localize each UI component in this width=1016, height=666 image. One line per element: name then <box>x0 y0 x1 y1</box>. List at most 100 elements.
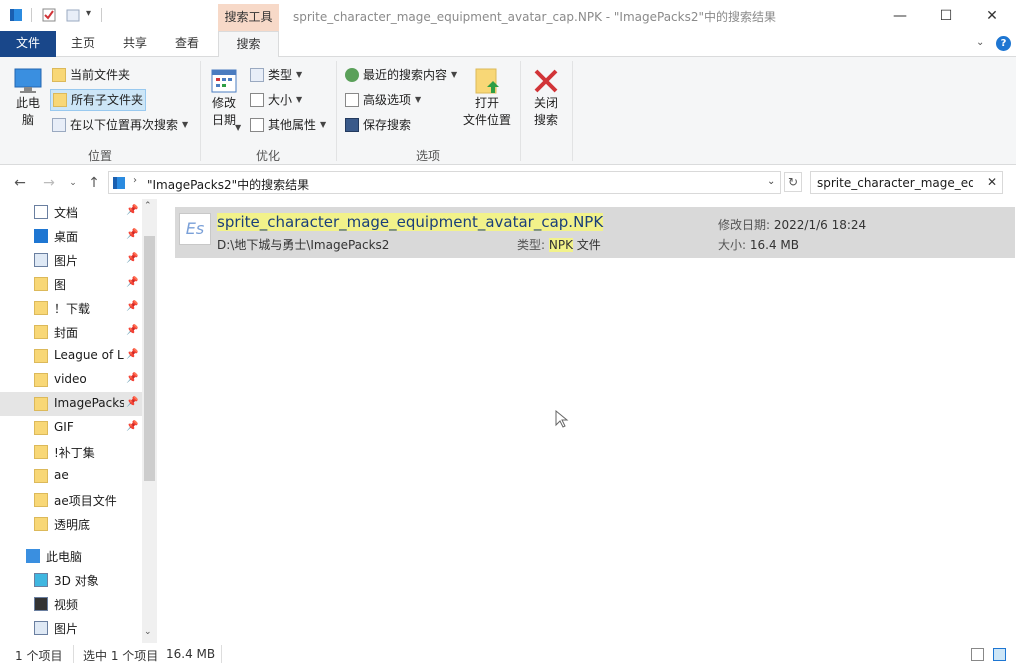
tab-home[interactable]: 主页 <box>62 31 104 57</box>
expand-ribbon-icon[interactable]: ⌄ <box>976 37 984 48</box>
close-window-button[interactable]: ✕ <box>969 0 1015 31</box>
nav-item-label: GIF <box>54 420 74 434</box>
group-separator <box>200 61 201 161</box>
pin-icon[interactable]: 📌 <box>126 229 138 240</box>
nav-item[interactable]: ！下载 📌 <box>0 296 142 320</box>
advanced-options-icon <box>345 93 359 107</box>
nav-item-label: 视频 <box>54 598 79 612</box>
pin-icon[interactable]: 📌 <box>126 325 138 336</box>
open-file-location-button[interactable]: 打开 文件位置 <box>460 67 514 129</box>
status-bar: 1 个项目 选中 1 个项目 16.4 MB <box>0 643 1016 666</box>
nav-item[interactable]: 文档 📌 <box>0 200 142 224</box>
search-box[interactable]: sprite_character_mage_equi ✕ <box>810 171 1003 194</box>
tab-share[interactable]: 共享 <box>114 31 156 57</box>
close-search-button[interactable]: 关闭 搜索 <box>526 67 566 129</box>
folder-icon <box>34 493 48 507</box>
help-icon[interactable]: ? <box>996 36 1011 51</box>
open-folder-icon <box>473 67 501 95</box>
advanced-options-button[interactable]: 高级选项 ▼ <box>345 89 421 111</box>
forward-arrow-icon[interactable]: → <box>40 174 58 192</box>
scroll-up-icon[interactable]: ⌃ <box>144 201 152 211</box>
this-pc-label-2: 脑 <box>21 113 34 127</box>
folder-icon <box>34 397 48 411</box>
customize-qat-icon[interactable]: ▾ <box>86 8 91 19</box>
breadcrumb-path[interactable]: "ImagePacks2"中的搜索结果 <box>147 176 309 193</box>
details-view-icon[interactable] <box>971 648 984 661</box>
pin-icon[interactable]: 📌 <box>126 421 138 432</box>
nav-item[interactable]: 图 📌 <box>0 272 142 296</box>
nav-item[interactable]: 透明底 <box>0 512 142 536</box>
this-pc-label-1: 此电 <box>15 96 40 110</box>
tab-file[interactable]: 文件 <box>0 31 56 57</box>
pin-icon[interactable]: 📌 <box>126 349 138 360</box>
nav-item[interactable]: ImagePacks2📌 <box>0 392 142 416</box>
search-tools-header: 搜索工具 <box>218 4 279 31</box>
pin-icon[interactable]: 📌 <box>126 301 138 312</box>
up-arrow-icon[interactable]: ↑ <box>85 174 103 192</box>
tab-view[interactable]: 查看 <box>166 31 208 57</box>
item-count: 1 个项目 <box>15 649 63 663</box>
nav-item[interactable]: 3D 对象 <box>0 568 142 592</box>
folder-icon <box>34 277 48 291</box>
nav-item[interactable]: video 📌 <box>0 368 142 392</box>
pin-icon[interactable]: 📌 <box>126 397 138 408</box>
nav-item-label: 3D 对象 <box>54 574 99 588</box>
search-input[interactable]: sprite_character_mage_equi <box>817 176 973 190</box>
nav-item[interactable]: League of Le 📌 <box>0 344 142 368</box>
nav-item[interactable]: ae项目文件 <box>0 488 142 512</box>
pin-icon[interactable]: 📌 <box>126 205 138 216</box>
date-modified-button[interactable]: 修改 日期 <box>206 67 242 129</box>
properties-icon[interactable] <box>42 8 56 22</box>
minimize-button[interactable]: — <box>877 0 923 31</box>
other-properties-button[interactable]: 其他属性 ▼ <box>250 114 326 136</box>
result-file-name[interactable]: sprite_character_mage_equipment_avatar_c… <box>217 213 604 231</box>
this-pc-button[interactable]: 此电 脑 <box>10 67 46 129</box>
maximize-button[interactable]: ☐ <box>923 0 969 31</box>
all-subfolders-button[interactable]: 所有子文件夹 <box>50 89 147 111</box>
nav-item[interactable]: 封面 📌 <box>0 320 142 344</box>
current-folder-button[interactable]: 当前文件夹 <box>52 64 130 86</box>
recent-searches-icon <box>345 68 359 82</box>
dropdown-arrow-icon: ▼ <box>451 70 458 79</box>
size-button[interactable]: 大小 ▼ <box>250 89 302 111</box>
new-folder-icon[interactable] <box>66 8 80 22</box>
address-dropdown-icon[interactable]: ⌄ <box>767 176 775 187</box>
recent-searches-button[interactable]: 最近的搜索内容 ▼ <box>345 64 457 86</box>
back-arrow-icon[interactable]: ← <box>11 174 29 192</box>
dropdown-arrow-icon: ▼ <box>182 120 189 129</box>
result-type-label: 类型: <box>517 238 549 252</box>
kind-button[interactable]: 类型 ▼ <box>250 64 302 86</box>
nav-item[interactable]: !补丁集 <box>0 440 142 464</box>
refresh-icon[interactable]: ↻ <box>784 172 802 192</box>
search-result-item[interactable]: Es sprite_character_mage_equipment_avata… <box>175 207 1015 258</box>
result-size-value: 16.4 MB <box>749 238 799 252</box>
kind-label: 类型 <box>268 68 293 82</box>
nav-item-label: video <box>54 372 87 386</box>
clear-search-icon[interactable]: ✕ <box>987 175 997 189</box>
address-bar[interactable]: › "ImagePacks2"中的搜索结果 ⌄ <box>108 171 781 194</box>
nav-item-this-pc[interactable]: 此电脑 <box>0 544 142 568</box>
pin-icon[interactable]: 📌 <box>126 277 138 288</box>
large-icons-view-icon[interactable] <box>993 648 1006 661</box>
nav-item[interactable]: 图片 <box>0 616 142 640</box>
nav-item[interactable]: ae <box>0 464 142 488</box>
search-again-button[interactable]: 在以下位置再次搜索 ▼ <box>52 114 188 136</box>
tab-search[interactable]: 搜索 <box>218 31 279 58</box>
properties-doc-icon <box>250 118 264 132</box>
scrollbar-thumb[interactable] <box>144 236 155 481</box>
nav-item[interactable]: GIF 📌 <box>0 416 142 440</box>
nav-item[interactable]: 视频 <box>0 592 142 616</box>
recent-locations-icon[interactable]: ⌄ <box>64 174 82 192</box>
pin-icon[interactable]: 📌 <box>126 373 138 384</box>
folder-icon <box>34 421 48 435</box>
folder-icon <box>34 445 48 459</box>
nav-item[interactable]: 桌面 📌 <box>0 224 142 248</box>
current-folder-label: 当前文件夹 <box>70 68 131 82</box>
pin-icon[interactable]: 📌 <box>126 253 138 264</box>
breadcrumb-chevron-icon[interactable]: › <box>133 175 137 186</box>
nav-item-label: 透明底 <box>54 518 91 532</box>
scroll-down-icon[interactable]: ⌄ <box>144 627 152 637</box>
nav-item-label: 此电脑 <box>46 550 83 564</box>
nav-item[interactable]: 图片 📌 <box>0 248 142 272</box>
save-search-button[interactable]: 保存搜索 <box>345 114 411 136</box>
